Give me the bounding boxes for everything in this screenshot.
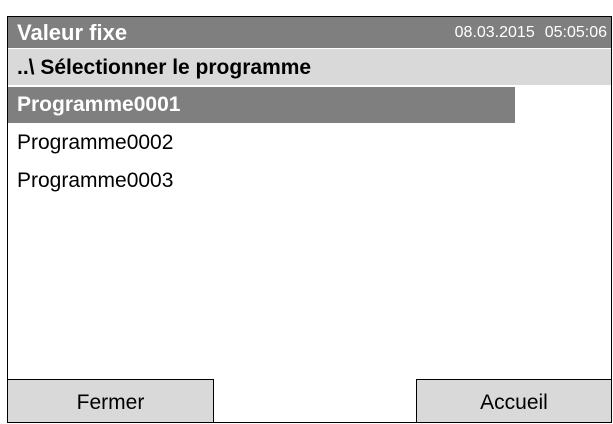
close-button[interactable]: Fermer bbox=[8, 379, 214, 422]
time-display: 05:05:06 bbox=[544, 24, 607, 41]
date-display: 08.03.2015 bbox=[454, 24, 535, 41]
program-list: Programme0001 Programme0002 Programme000… bbox=[8, 87, 611, 377]
controller-screen: Valeur fixe 08.03.2015 05:05:06 ..\ Sélec… bbox=[7, 16, 612, 423]
date-time-display: 08.03.2015 05:05:06 bbox=[455, 23, 607, 43]
title-bar: Valeur fixe 08.03.2015 05:05:06 bbox=[8, 17, 611, 48]
program-list-item[interactable]: Programme0002 bbox=[8, 125, 515, 161]
program-list-item[interactable]: Programme0003 bbox=[8, 163, 515, 199]
screen-title: Valeur fixe bbox=[17, 20, 128, 45]
navigation-path-bar: ..\ Sélectionner le programme bbox=[8, 49, 611, 85]
navigation-path: ..\ Sélectionner le programme bbox=[17, 56, 312, 79]
program-list-item[interactable]: Programme0001 bbox=[8, 87, 515, 123]
home-button[interactable]: Accueil bbox=[416, 379, 611, 422]
